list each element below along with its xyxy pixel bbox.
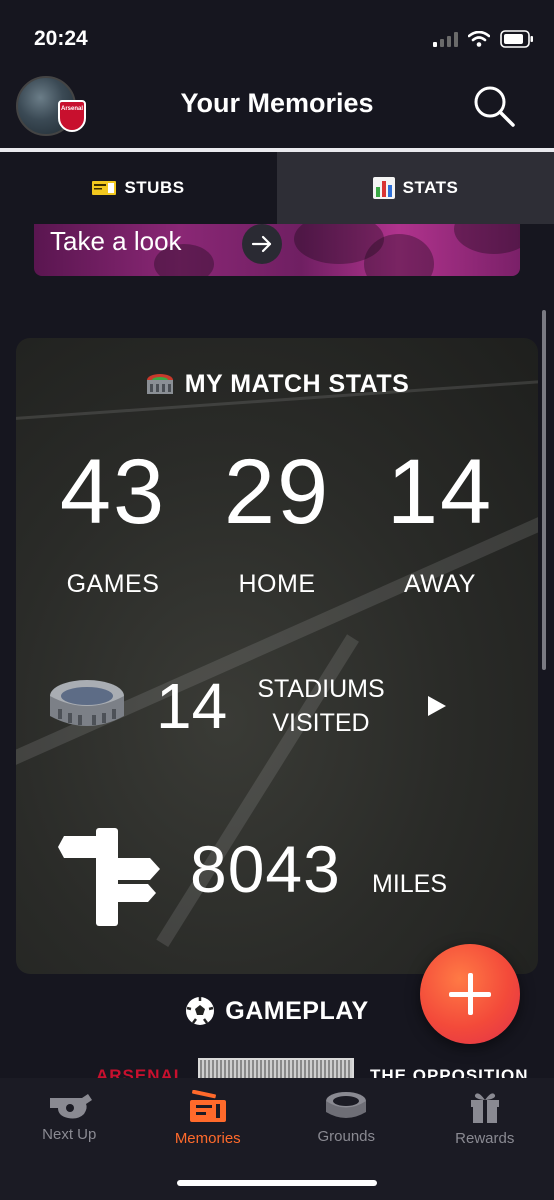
away-label: AWAY [404,570,476,598]
tab-stubs-label: STUBS [124,178,185,197]
nav-grounds-label: Grounds [317,1128,376,1145]
arrow-right-icon [251,235,272,253]
miles-row: 8043 MILES [56,828,516,928]
games-count: 43 [59,441,167,543]
gift-icon [470,1093,499,1123]
play-arrow-icon[interactable] [428,696,446,716]
status-bar: 20:24 [0,0,554,70]
match-stats-card: MY MATCH STATS 43 GAMES 29 HOME 14 AWAY … [16,338,538,974]
games-label: GAMES [66,570,160,598]
miles-count: 8043 [190,832,341,906]
home-indicator [177,1180,377,1186]
nav-rewards-label: Rewards [455,1130,515,1147]
gameplay-preview: ARSENAL THE OPPOSITION [0,1058,554,1080]
banner-arrow-button[interactable] [242,224,282,264]
search-icon[interactable] [472,84,516,128]
battery-icon [500,30,533,48]
nav-memories-label: Memories [174,1130,241,1147]
nav-next-up[interactable]: Next Up [0,1078,139,1200]
stadium-nav-icon [326,1092,367,1118]
home-label: HOME [238,570,316,598]
add-memory-button[interactable] [420,944,520,1044]
app-header: Arsenal Your Memories [0,70,554,150]
match-stats-title-text: MY MATCH STATS [184,370,410,398]
wifi-icon [468,31,490,47]
away-count: 14 [386,441,494,543]
scrollbar[interactable] [542,310,546,670]
page-title: Your Memories [180,88,374,118]
bar-chart-icon [372,177,395,199]
whistle-icon [50,1094,93,1119]
stat-away: 14 AWAY [365,446,515,599]
stat-home: 29 HOME [202,446,352,599]
tickets-icon [189,1090,226,1122]
tab-stats-label: STATS [402,178,459,197]
stadiums-label-line1: STADIUMS [257,675,385,703]
miles-label: MILES [372,870,448,898]
soccer-ball-icon [186,997,215,1025]
nav-rewards[interactable]: Rewards [416,1078,554,1200]
signpost-icon [58,828,160,926]
match-stats-title: MY MATCH STATS [16,370,538,399]
tab-bar: STUBS STATS [0,152,554,224]
status-time: 20:24 [34,27,88,50]
nav-next-up-label: Next Up [42,1126,97,1143]
tab-stats[interactable]: STATS [277,152,554,224]
stadiums-label-line2: VISITED [272,709,370,737]
stadium-emoji-icon [146,373,173,394]
stadiums-count: 14 [156,670,228,742]
ticket-icon [92,181,117,195]
stadiums-visited-row[interactable]: 14 STADIUMS VISITED [48,670,508,750]
stadiums-label: STADIUMS VISITED [246,672,396,740]
goal-net-image [198,1058,354,1080]
signal-icon [433,31,458,47]
stadium-icon [50,680,124,726]
stat-games: 43 GAMES [38,446,188,599]
promo-banner[interactable]: Take a look [34,224,520,276]
home-count: 29 [223,441,331,543]
status-icons [433,30,534,48]
tab-stubs[interactable]: STUBS [0,152,277,224]
banner-text: Take a look [50,226,182,256]
gameplay-title-text: GAMEPLAY [225,996,369,1025]
